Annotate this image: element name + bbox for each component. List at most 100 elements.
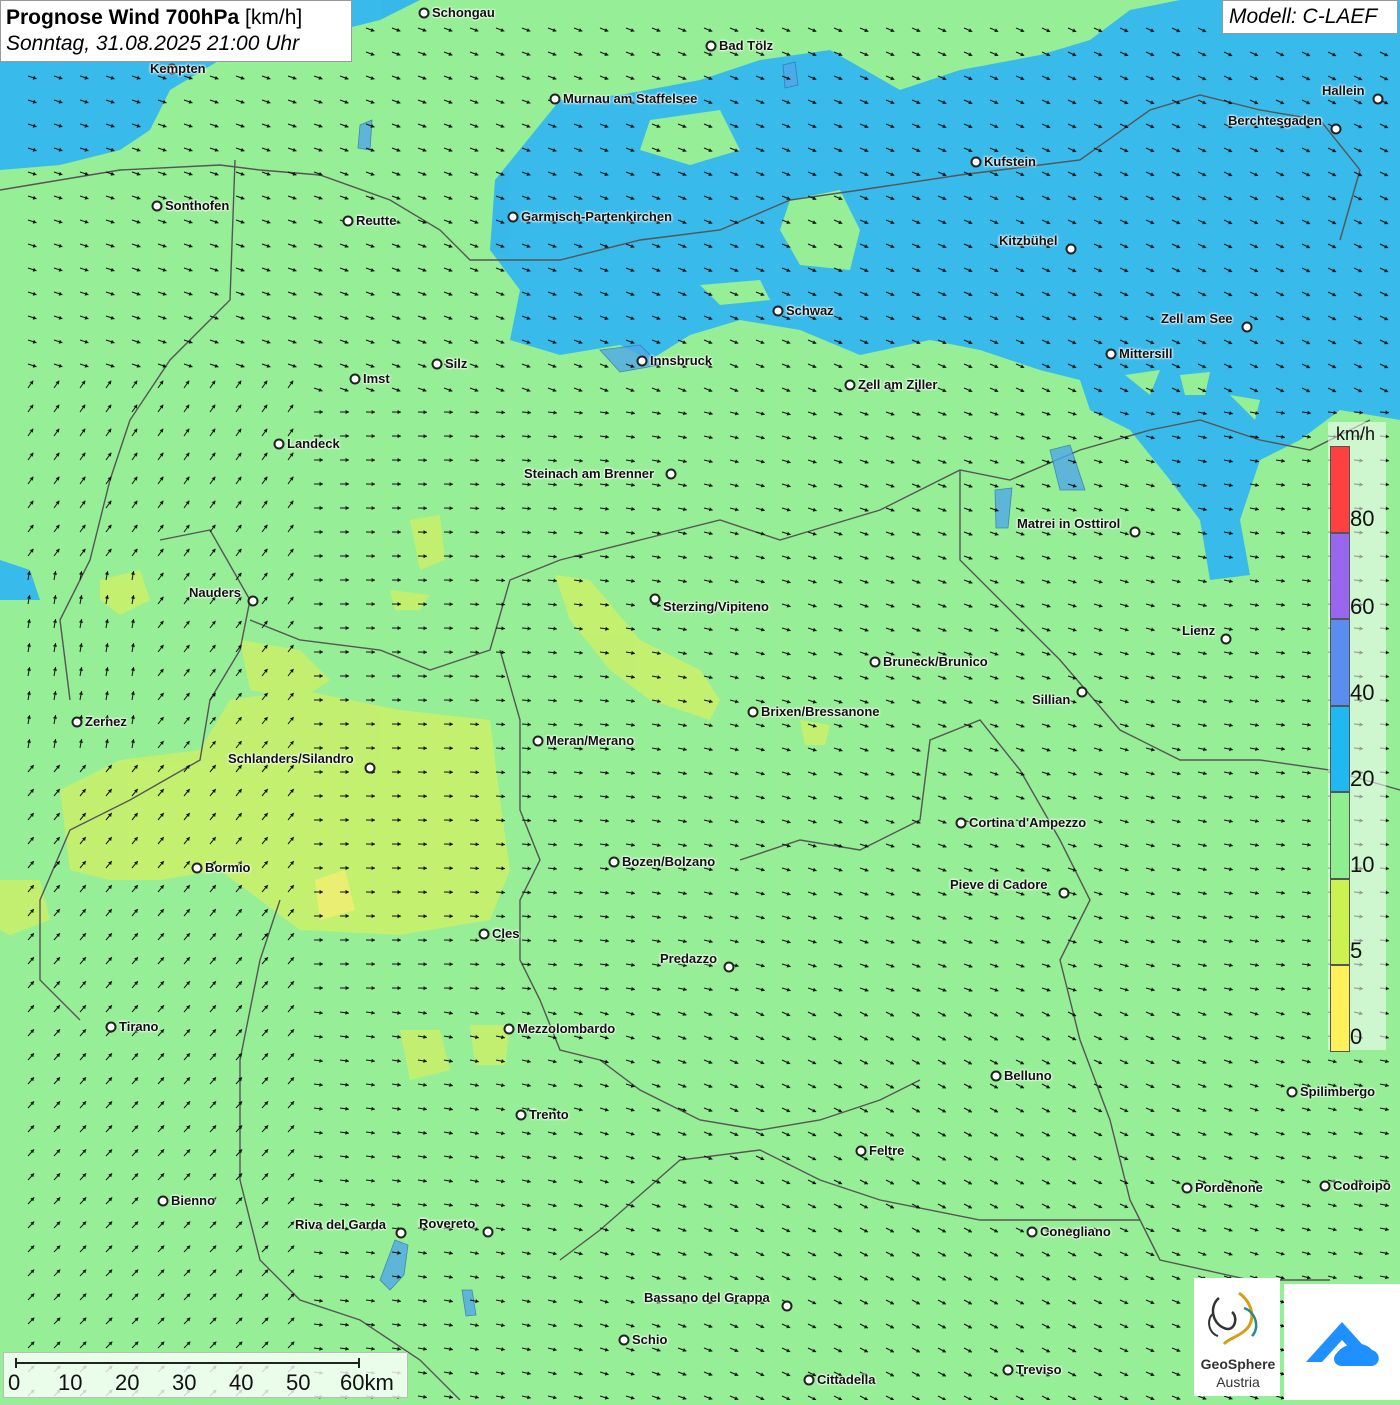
city-marker xyxy=(666,469,677,480)
city-label: Spilimbergo xyxy=(1300,1084,1375,1099)
city-label: Mezzolombardo xyxy=(517,1021,615,1036)
city-marker xyxy=(1003,1365,1014,1376)
city-marker xyxy=(1331,124,1342,135)
city-label: Sonthofen xyxy=(165,198,229,213)
app-logo-icon xyxy=(1284,1284,1400,1400)
city-label: Bienno xyxy=(171,1193,215,1208)
city-label: Cittadella xyxy=(817,1372,876,1387)
city-marker xyxy=(152,201,163,212)
city-marker xyxy=(845,380,856,391)
city-label: Bad Tölz xyxy=(719,38,773,53)
city-marker xyxy=(1287,1087,1298,1098)
city-label: Schongau xyxy=(432,5,495,20)
scale-label: 10 xyxy=(58,1370,82,1396)
city-marker xyxy=(248,596,259,607)
city-marker xyxy=(1077,687,1088,698)
city-marker xyxy=(274,439,285,450)
city-label: Kempten xyxy=(150,61,206,76)
city-marker xyxy=(637,356,648,367)
scale-label: 0 xyxy=(8,1370,20,1396)
city-marker xyxy=(432,359,443,370)
city-marker xyxy=(158,1196,169,1207)
scale-label: 50 xyxy=(286,1370,310,1396)
city-marker xyxy=(971,157,982,168)
city-label: Sillian xyxy=(1032,692,1070,707)
legend-color-swatch xyxy=(1330,965,1350,1052)
city-marker xyxy=(106,1022,117,1033)
city-marker xyxy=(504,1024,515,1035)
map-title: Prognose Wind 700hPa [km/h] xyxy=(6,5,346,31)
scale-label: 30 xyxy=(172,1370,196,1396)
city-label: Imst xyxy=(363,371,390,386)
city-marker xyxy=(804,1375,815,1386)
city-marker xyxy=(479,929,490,940)
city-marker xyxy=(748,707,759,718)
city-marker xyxy=(1221,634,1232,645)
legend-color-swatch xyxy=(1330,792,1350,879)
city-label: Brixen/Bressanone xyxy=(761,704,880,719)
city-marker xyxy=(1242,322,1253,333)
city-marker xyxy=(1320,1181,1331,1192)
city-marker xyxy=(550,94,561,105)
city-marker xyxy=(773,306,784,317)
city-label: Predazzo xyxy=(660,951,717,966)
city-marker xyxy=(350,374,361,385)
legend-label: 0 xyxy=(1350,1024,1362,1050)
city-marker xyxy=(192,863,203,874)
city-label: Schlanders/Silandro xyxy=(228,751,354,766)
legend-label: 40 xyxy=(1350,680,1374,706)
city-label: Landeck xyxy=(287,436,340,451)
legend-color-swatch xyxy=(1330,619,1350,706)
city-label: Treviso xyxy=(1016,1362,1062,1377)
city-label: Feltre xyxy=(869,1143,904,1158)
city-label: Zell am Ziller xyxy=(858,377,937,392)
legend-color-swatch xyxy=(1330,533,1350,620)
city-marker xyxy=(706,41,717,52)
city-marker xyxy=(870,657,881,668)
city-marker xyxy=(1182,1183,1193,1194)
logo-text-geosphere: GeoSphere xyxy=(1196,1356,1280,1372)
legend-unit: km/h xyxy=(1336,424,1375,445)
city-label: Berchtesgaden xyxy=(1228,113,1322,128)
title-box: Prognose Wind 700hPa [km/h] Sonntag, 31.… xyxy=(0,0,352,62)
model-label: Modell: C-LAEF xyxy=(1222,0,1398,34)
city-label: Schwaz xyxy=(786,303,834,318)
city-label: Belluno xyxy=(1004,1068,1052,1083)
city-label: Silz xyxy=(445,356,467,371)
city-marker xyxy=(72,717,83,728)
app-logo xyxy=(1284,1284,1400,1400)
city-label: Pieve di Cadore xyxy=(950,877,1048,892)
city-label: Bruneck/Brunico xyxy=(883,654,988,669)
city-label: Steinach am Brenner xyxy=(524,466,654,481)
city-label: Bassano del Grappa xyxy=(644,1290,770,1305)
city-marker xyxy=(1130,527,1141,538)
legend-label: 80 xyxy=(1350,506,1374,532)
city-marker xyxy=(956,818,967,829)
city-label: Cles xyxy=(492,926,519,941)
scale-label: 40 xyxy=(229,1370,253,1396)
geosphere-logo-icon xyxy=(1194,1278,1280,1358)
city-marker xyxy=(1373,94,1384,105)
city-marker xyxy=(1066,244,1077,255)
city-label: Codroipo xyxy=(1333,1178,1391,1193)
city-marker xyxy=(724,962,735,973)
city-marker xyxy=(533,736,544,747)
scale-label: 20 xyxy=(115,1370,139,1396)
legend-label: 10 xyxy=(1350,852,1374,878)
city-marker xyxy=(609,857,620,868)
legend-label: 60 xyxy=(1350,594,1374,620)
city-label: Murnau am Staffelsee xyxy=(563,91,697,106)
city-marker xyxy=(782,1301,793,1312)
city-label: Bormio xyxy=(205,860,251,875)
city-label: Matrei in Osttirol xyxy=(1017,516,1120,531)
city-label: Garmisch-Partenkirchen xyxy=(521,209,672,224)
city-label: Pordenone xyxy=(1195,1180,1263,1195)
city-label: Cortina d'Ampezzo xyxy=(969,815,1086,830)
city-label: Mittersill xyxy=(1119,346,1172,361)
logo-text-austria: Austria xyxy=(1196,1374,1280,1390)
city-label: Conegliano xyxy=(1040,1224,1111,1239)
city-label: Meran/Merano xyxy=(546,733,634,748)
city-label: Sterzing/Vipiteno xyxy=(663,599,769,614)
city-marker xyxy=(991,1071,1002,1082)
forecast-datetime: Sonntag, 31.08.2025 21:00 Uhr xyxy=(6,31,346,57)
